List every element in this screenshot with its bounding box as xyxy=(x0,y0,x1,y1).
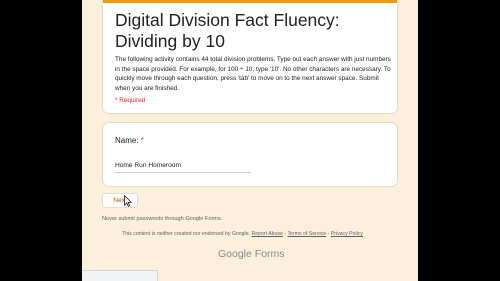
mouse-cursor-icon xyxy=(124,195,132,207)
question-label: Name: * xyxy=(115,136,144,145)
form-header-card: Digital Division Fact Fluency: Dividing … xyxy=(102,0,398,114)
question-card-name: Name: * xyxy=(102,122,398,187)
question-label-text: Name: xyxy=(115,136,139,145)
terms-link[interactable]: Terms of Service xyxy=(287,231,326,237)
required-note: * Required xyxy=(115,97,146,104)
next-button[interactable]: Next xyxy=(102,193,138,208)
password-warning: Never submit passwords through Google Fo… xyxy=(102,216,223,222)
report-abuse-link[interactable]: Report Abuse xyxy=(252,231,283,237)
form-description: The following activity contains 44 total… xyxy=(115,56,391,92)
required-asterisk: * xyxy=(140,136,144,145)
bottom-tab-strip xyxy=(82,270,158,281)
disclaimer: This content is neither created nor endo… xyxy=(122,231,363,237)
disclaimer-text: This content is neither created nor endo… xyxy=(122,231,251,237)
name-answer-input[interactable] xyxy=(115,159,251,173)
privacy-link[interactable]: Privacy Policy xyxy=(331,231,363,237)
form-title: Digital Division Fact Fluency: Dividing … xyxy=(115,10,340,51)
form-page: Digital Division Fact Fluency: Dividing … xyxy=(82,0,418,281)
google-forms-logo[interactable]: Google Forms xyxy=(218,248,285,260)
